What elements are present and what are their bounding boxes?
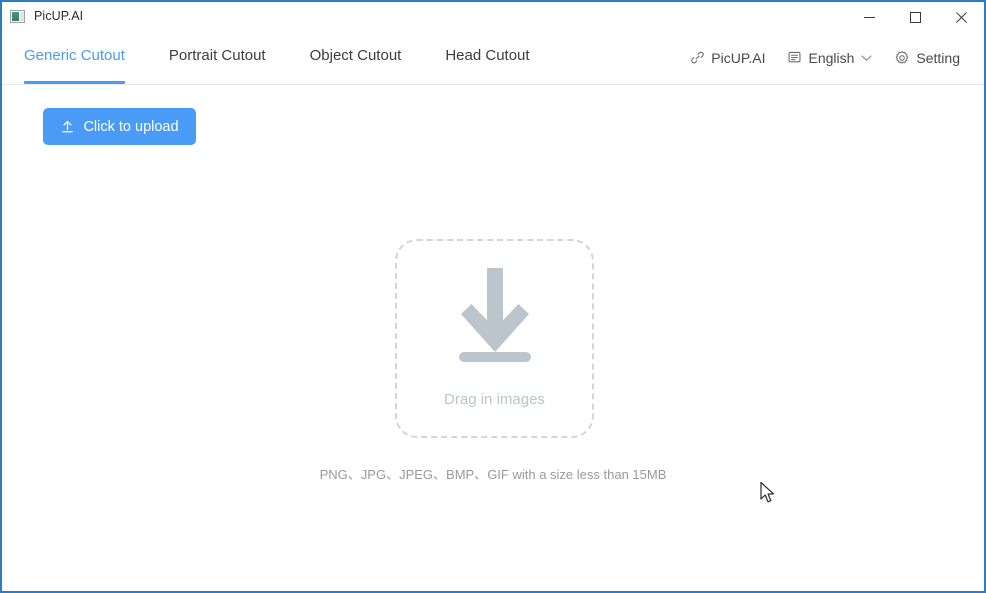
- language-selector[interactable]: English: [787, 50, 872, 66]
- app-window: PicUP.AI Generic Cutout Portrait Cutout …: [0, 0, 986, 593]
- title-bar[interactable]: PicUP.AI: [2, 0, 984, 30]
- tab-portrait-cutout[interactable]: Portrait Cutout: [169, 30, 266, 84]
- gear-icon: [894, 50, 910, 66]
- tab-label: Portrait Cutout: [168, 47, 266, 64]
- tab-object-cutout[interactable]: Object Cutout: [310, 30, 402, 84]
- picup-ai-link[interactable]: PicUP.AI: [690, 50, 765, 66]
- header-actions: PicUP.AI English Setting: [690, 30, 960, 85]
- setting-label: Setting: [916, 49, 960, 66]
- maximize-button[interactable]: [892, 2, 938, 32]
- dropzone-label: Drag in images: [444, 390, 545, 408]
- click-to-upload-label: Click to upload: [83, 118, 179, 135]
- file-format-hint: PNG、JPG、JPEG、BMP、GIF with a size less th…: [319, 467, 667, 482]
- app-title: PicUP.AI: [34, 9, 84, 23]
- picture-icon: [10, 9, 25, 23]
- picup-ai-link-label: PicUP.AI: [711, 49, 766, 66]
- tab-list: Generic Cutout Portrait Cutout Object Cu…: [2, 30, 574, 84]
- translate-icon: [787, 50, 802, 65]
- main-content: Click to upload Drag in images PNG、JPG、J…: [2, 85, 984, 591]
- minimize-button[interactable]: [846, 2, 892, 32]
- mouse-cursor: [759, 481, 779, 510]
- maximize-icon: [909, 11, 921, 23]
- close-icon: [955, 11, 967, 23]
- header-bar: Generic Cutout Portrait Cutout Object Cu…: [2, 30, 984, 85]
- tab-generic-cutout[interactable]: Generic Cutout: [24, 30, 125, 84]
- minimize-icon: [863, 16, 875, 18]
- link-icon: [690, 50, 705, 65]
- tab-label: Object Cutout: [309, 47, 402, 64]
- download-arrow-icon: [443, 264, 547, 371]
- window-controls: [846, 2, 984, 32]
- tab-label: Generic Cutout: [24, 47, 125, 64]
- upload-icon: [60, 119, 75, 134]
- image-dropzone[interactable]: Drag in images: [395, 239, 594, 438]
- language-label: English: [808, 49, 855, 66]
- setting-button[interactable]: Setting: [894, 50, 960, 66]
- tab-label: Head Cutout: [445, 47, 530, 64]
- click-to-upload-button[interactable]: Click to upload: [43, 108, 196, 145]
- close-button[interactable]: [938, 2, 984, 32]
- tab-head-cutout[interactable]: Head Cutout: [445, 30, 529, 84]
- chevron-down-icon: [861, 54, 872, 62]
